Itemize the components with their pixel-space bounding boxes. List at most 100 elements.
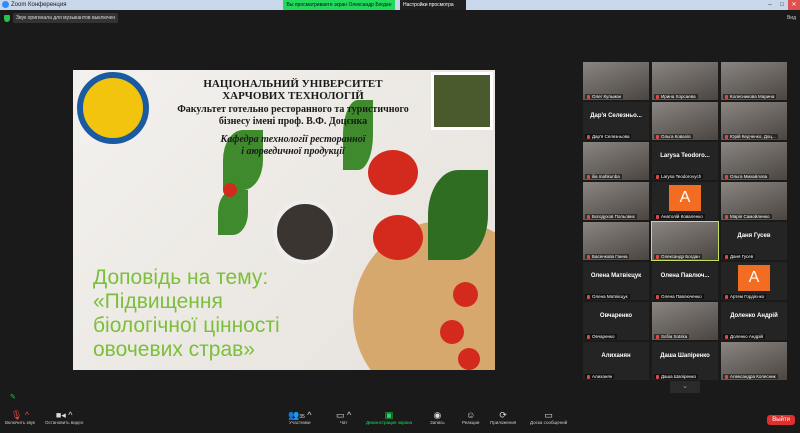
muted-mic-icon [725, 254, 728, 259]
apps-button[interactable]: ⟳ Приложения [490, 410, 516, 425]
participant-tile[interactable]: Ольга Ковалів [652, 102, 718, 140]
participant-tile[interactable]: Даня Гусев Даня Гусев [721, 222, 787, 260]
participant-tile[interactable]: Олег Кульман [583, 62, 649, 100]
leave-button[interactable]: Выйти [767, 415, 795, 425]
participant-tile[interactable]: Басенкова Ганна [583, 222, 649, 260]
participant-tile[interactable]: Овчаренко Овчаренко [583, 302, 649, 340]
participant-name-label: Александра Колесник [723, 374, 778, 379]
apps-icon: ⟳ [499, 410, 507, 420]
participant-name: Олег Кульман [592, 94, 622, 99]
participant-tile[interactable]: Sofiia Sotska [652, 302, 718, 340]
participant-name-label: Доленко Андрій [723, 334, 766, 339]
unmute-button[interactable]: 🎙 ^ Включить звук [5, 410, 35, 425]
chat-icon: ▭ ^ [336, 410, 352, 420]
participant-tile[interactable]: Богодухов Польових [583, 182, 649, 220]
participant-name-label: ilia mahkunba [585, 174, 622, 179]
participant-tile[interactable]: Ирина Хорсаевa [652, 62, 718, 100]
participant-name-label: Овчаренко [585, 334, 617, 339]
muted-mic-icon [587, 254, 590, 259]
meeting-toolbar: 🎙 ^ Включить звук ■◂ ^ Остановить видео 👥3… [0, 407, 800, 433]
participant-display-name: Олена Матвієцук [590, 273, 642, 279]
share-screen-icon: ▣ [384, 410, 394, 420]
reactions-button[interactable]: ☺ Реакции [462, 410, 479, 425]
whiteboard-button[interactable]: ▭ Доска сообщений [530, 410, 567, 425]
participant-tile[interactable]: Олена Матвієцук Олена Матвієцук [583, 262, 649, 300]
share-screen-button[interactable]: ▣ Демонстрация экрана [366, 410, 412, 425]
minimize-button[interactable]: – [764, 0, 776, 10]
participant-name: Овчаренко [592, 334, 615, 339]
participant-tile[interactable]: Олександр Богдан [651, 221, 719, 261]
muted-mic-icon [587, 294, 590, 299]
university-name: НАЦІОНАЛЬНИЙ УНІВЕРСИТЕТ ХАРЧОВИХ ТЕХНОЛО… [203, 78, 383, 102]
tomato [440, 320, 464, 344]
shield-icon [4, 14, 10, 22]
muted-mic-icon [725, 374, 728, 379]
participant-name-label: Марія Самойленко [723, 214, 772, 219]
pen-icon[interactable]: ✎ [10, 393, 16, 401]
smile-icon: ☺ [466, 410, 476, 420]
participant-name: Larysa Teodorovych [661, 174, 702, 179]
participant-display-name: Дар'я Селезньо... [590, 113, 642, 119]
zoom-logo-icon [2, 1, 9, 8]
slide-title: Доповідь на тему: «Підвищення біологічної … [93, 266, 280, 361]
participant-name: Анатолій Коваленко [661, 214, 703, 219]
participant-display-name: Олена Павлюч... [660, 273, 710, 279]
participant-tile[interactable]: ilia mahkunba [583, 142, 649, 180]
participant-name: Олександр Богдан [661, 254, 700, 259]
notice-text: Звук оригинала для музыкантов выключен [13, 13, 119, 23]
muted-mic-icon [725, 214, 728, 219]
participant-name: ilia mahkunba [592, 174, 620, 179]
participant-name: Доленко Андрій [730, 334, 764, 339]
participant-name-label: Анатолій Коваленко [654, 214, 705, 219]
participant-tile[interactable]: A Артем Гордієнко [721, 262, 787, 300]
muted-mic-icon [656, 94, 659, 99]
participant-tile[interactable]: Larysa Teodoro... Larysa Teodorovych [652, 142, 718, 180]
participant-name-label: Larysa Teodorovych [654, 174, 704, 179]
participant-tile[interactable]: Марія Самойленко [721, 182, 787, 220]
chat-button[interactable]: ▭ ^ Чат [336, 410, 351, 425]
maximize-button[interactable]: □ [776, 0, 788, 10]
participant-name: Дар'я Селезньова [592, 134, 630, 139]
participant-name-label: Олена Павлюченко [654, 294, 704, 299]
avatar: A [738, 265, 770, 291]
university-logo [77, 72, 149, 144]
participant-name-label: Ирина Хорсаевa [654, 94, 698, 99]
participant-display-name: Даня Гусев [737, 233, 771, 239]
participant-tile[interactable]: Олена Павлюч... Олена Павлюченко [652, 262, 718, 300]
app-title: Zoom Конференция [2, 1, 66, 8]
participant-display-name: Алиханян [601, 353, 631, 359]
participant-tile[interactable]: Александра Колесник [721, 342, 787, 380]
muted-mic-icon [587, 94, 590, 99]
tomato [373, 215, 423, 260]
tomato [458, 348, 480, 370]
chevron-down-icon[interactable]: ⌄ [670, 381, 700, 393]
muted-mic-icon [725, 94, 728, 99]
stop-video-button[interactable]: ■◂ ^ Остановить видео [45, 410, 83, 425]
participant-tile[interactable]: Алиханян Алиханян [583, 342, 649, 380]
participant-name: Ольга Михайлова [730, 174, 768, 179]
participant-name: Колесникова Марина [730, 94, 775, 99]
participant-name-label: Даня Гусев [723, 254, 756, 259]
muted-mic-icon [725, 134, 728, 139]
view-button[interactable]: Вид [787, 15, 796, 21]
participant-tile[interactable]: Даша Шапіренко Даша Шапіренко [652, 342, 718, 380]
participant-tile[interactable]: Юрій Кедченко, Доц... [721, 102, 787, 140]
close-button[interactable]: ✕ [788, 0, 800, 10]
record-button[interactable]: ◉ Запись [430, 410, 445, 425]
participant-tile[interactable]: A Анатолій Коваленко [652, 182, 718, 220]
participant-name-label: Богодухов Польових [585, 214, 637, 219]
muted-mic-icon [587, 134, 590, 139]
participant-tile[interactable]: Ольга Михайлова [721, 142, 787, 180]
view-options-button[interactable]: Настройки просмотра [400, 0, 466, 10]
participant-name-label: Басенкова Ганна [585, 254, 630, 259]
participant-name: Алиханян [592, 374, 613, 379]
participant-name: Александра Колесник [730, 374, 776, 379]
participant-name-label: Алиханян [585, 374, 615, 379]
participant-name: Марія Самойленко [730, 214, 770, 219]
participant-display-name: Даша Шапіренко [660, 353, 710, 359]
participant-tile[interactable]: Доленко Андрій Доленко Андрій [721, 302, 787, 340]
participant-tile[interactable]: Колесникова Марина [721, 62, 787, 100]
muted-mic-icon [725, 174, 728, 179]
participants-button[interactable]: 👥35 ^ Участники [288, 410, 312, 425]
participant-tile[interactable]: Дар'я Селезньо... Дар'я Селезньова [583, 102, 649, 140]
